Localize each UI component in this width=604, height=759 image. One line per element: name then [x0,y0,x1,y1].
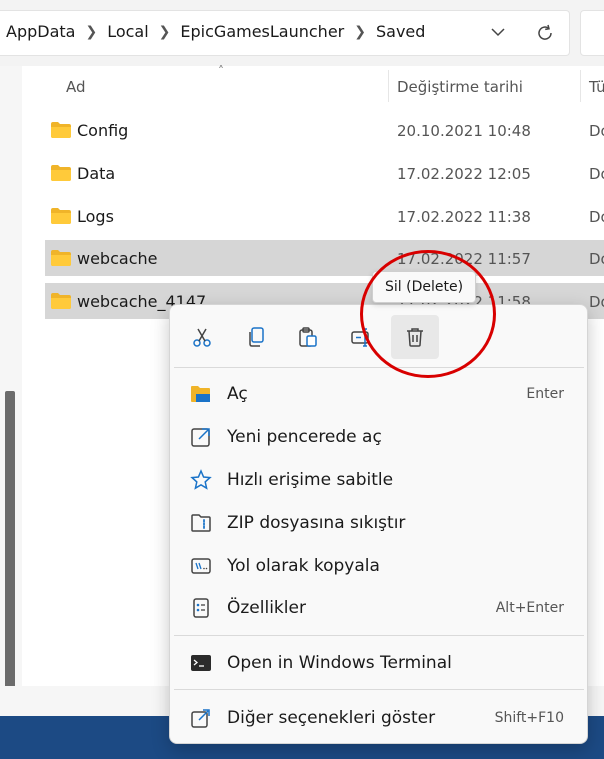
menu-item-label: Open in Windows Terminal [227,653,452,673]
copy-button[interactable] [232,315,280,359]
paste-button[interactable] [284,315,332,359]
menu-item-shortcut: Alt+Enter [495,600,564,616]
refresh-icon[interactable] [534,22,556,44]
menu-item-label: Hızlı erişime sabitle [227,470,394,490]
folder-icon [51,293,71,309]
menu-item-pin-quick-access[interactable]: Hızlı erişime sabitle [174,459,584,501]
menu-item-properties[interactable]: Özellikler Alt+Enter [174,587,584,629]
column-type[interactable]: Tü [589,78,604,96]
nav-scrollbar[interactable] [5,391,15,691]
menu-item-compress-zip[interactable]: ZIP dosyasına sıkıştır [174,502,584,544]
file-name: Config [77,121,129,140]
copy-icon [249,327,264,347]
menu-item-open-terminal[interactable]: Open in Windows Terminal [174,642,584,684]
new-window-icon [191,428,210,447]
file-type: Do [589,208,604,226]
menu-item-label: ZIP dosyasına sıkıştır [227,513,406,533]
menu-divider [174,367,584,368]
file-type: Do [589,293,604,311]
file-name: Logs [77,207,114,226]
menu-divider [174,689,584,690]
breadcrumb-appdata[interactable]: AppData [6,22,75,41]
folder-icon [51,250,71,266]
address-bar-area: AppData ❯ Local ❯ EpicGamesLauncher ❯ Sa… [0,0,604,66]
column-divider[interactable] [388,70,389,102]
file-date: 20.10.2021 10:48 [397,122,531,140]
terminal-icon [191,655,211,671]
chevron-down-icon[interactable] [488,22,508,42]
menu-item-copy-as-path[interactable]: Yol olarak kopyala [174,545,584,587]
file-row-selected[interactable]: webcache 17.02.2022 11:57 Do [45,240,604,276]
file-row[interactable]: Data 17.02.2022 12:05 Do [45,155,604,191]
file-row[interactable]: Logs 17.02.2022 11:38 Do [45,198,604,234]
menu-item-shortcut: Enter [526,386,564,402]
menu-item-shortcut: Shift+F10 [494,710,564,726]
breadcrumb-local[interactable]: Local [107,22,148,41]
breadcrumb-saved[interactable]: Saved [376,22,425,41]
folder-icon [51,208,71,224]
chevron-right-icon[interactable]: ❯ [354,24,366,40]
file-date: 17.02.2022 11:38 [397,208,531,226]
sort-ascending-icon: ˄ [218,64,224,78]
navigation-pane [0,66,22,691]
file-date: 17.02.2022 12:05 [397,165,531,183]
cut-button[interactable] [178,315,226,359]
context-menu: Aç Enter Yeni pencerede aç Hızlı erişime… [169,304,588,744]
file-type: Do [589,165,604,183]
copy-path-icon [191,558,211,574]
cut-icon [193,328,211,347]
menu-divider [174,635,584,636]
menu-item-label: Diğer seçenekleri göster [227,708,436,728]
folder-icon [51,165,71,181]
file-name: webcache [77,249,158,268]
column-date-modified[interactable]: Değiştirme tarihi [397,78,523,96]
chevron-right-icon[interactable]: ❯ [85,24,97,40]
annotation-circle [360,250,496,378]
menu-item-show-more-options[interactable]: Diğer seçenekleri göster Shift+F10 [174,697,584,739]
menu-item-open-new-window[interactable]: Yeni pencerede aç [174,416,584,458]
star-icon [190,469,212,490]
breadcrumb: AppData ❯ Local ❯ EpicGamesLauncher ❯ Sa… [6,22,425,41]
menu-item-label: Yeni pencerede aç [227,427,382,447]
column-header: ˄ Ad Değiştirme tarihi Tü [22,64,604,106]
file-type: Do [589,122,604,140]
zip-icon [191,514,211,532]
file-type: Do [589,250,604,268]
column-name[interactable]: Ad [66,78,86,96]
folder-open-icon [191,386,210,402]
properties-icon [193,598,209,618]
menu-item-label: Özellikler [227,598,306,618]
search-box[interactable] [580,10,604,56]
folder-icon [51,122,71,138]
breadcrumb-epicgameslauncher[interactable]: EpicGamesLauncher [180,22,344,41]
paste-icon [299,327,317,347]
column-divider[interactable] [580,70,581,102]
menu-item-open[interactable]: Aç Enter [174,373,584,415]
menu-item-label: Yol olarak kopyala [227,556,380,576]
more-options-icon [191,709,210,728]
menu-item-label: Aç [227,384,248,404]
file-row[interactable]: Config 20.10.2021 10:48 Do [45,112,604,148]
file-name: Data [77,164,116,183]
chevron-right-icon[interactable]: ❯ [159,24,171,40]
